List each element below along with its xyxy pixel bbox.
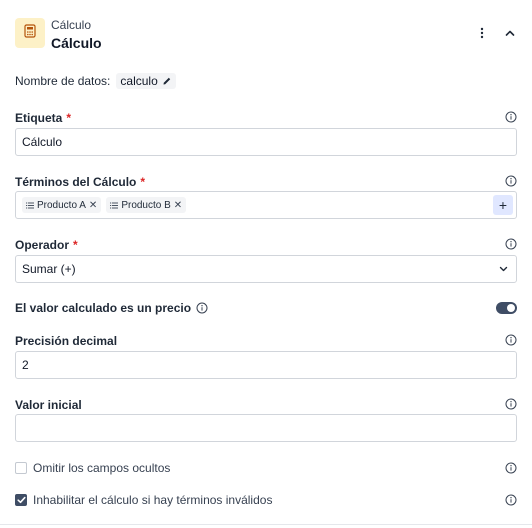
info-icon[interactable] xyxy=(505,398,517,410)
remove-chip-close-icon[interactable]: ✕ xyxy=(89,200,97,211)
remove-chip-close-icon[interactable]: ✕ xyxy=(174,200,182,211)
info-icon[interactable] xyxy=(505,334,517,346)
data-name-value: calculo xyxy=(120,74,158,88)
terminos-tag-input[interactable]: Producto A ✕ Producto B ✕ + xyxy=(15,191,517,219)
etiqueta-input-field[interactable] xyxy=(22,129,516,155)
info-icon[interactable] xyxy=(505,238,517,250)
list-icon xyxy=(26,202,34,209)
data-name-row: Nombre de datos: calculo xyxy=(15,72,176,90)
operador-select[interactable]: Sumar (+) xyxy=(15,255,517,283)
required-mark: * xyxy=(140,175,146,189)
omitir-checkbox-label: Omitir los campos ocultos xyxy=(33,461,171,475)
add-term-button[interactable]: + xyxy=(493,195,513,215)
list-icon xyxy=(110,202,119,209)
panel-header: Cálculo Cálculo xyxy=(15,15,517,51)
required-mark: * xyxy=(66,111,72,125)
inhabilitar-checkbox[interactable] xyxy=(15,494,27,506)
info-icon[interactable] xyxy=(505,111,517,123)
header-title: Cálculo xyxy=(51,35,102,51)
inhabilitar-checkbox-label: Inhabilitar el cálculo si hay términos i… xyxy=(33,493,273,507)
calculator-badge xyxy=(15,18,45,48)
inhabilitar-checkbox-row[interactable]: Inhabilitar el cálculo si hay términos i… xyxy=(15,492,272,508)
valor-inicial-input-field[interactable] xyxy=(22,415,516,441)
data-name-chip[interactable]: calculo xyxy=(116,73,176,89)
precio-toggle-label: El valor calculado es un precio xyxy=(15,301,192,315)
collapse-chevron-up-icon[interactable] xyxy=(503,25,517,41)
precision-label: Precisión decimal xyxy=(15,334,117,348)
term-chip-label: Producto B xyxy=(121,199,171,211)
precision-label-text: Precisión decimal xyxy=(15,334,118,348)
omitir-checkbox[interactable] xyxy=(15,462,27,474)
info-icon[interactable] xyxy=(505,494,517,506)
etiqueta-input[interactable] xyxy=(15,128,517,156)
term-chip[interactable]: Producto B ✕ xyxy=(106,197,187,213)
more-options-icon[interactable] xyxy=(475,25,489,41)
toggle-knob xyxy=(507,304,515,312)
chevron-down-icon[interactable] xyxy=(499,265,508,273)
valor-inicial-label: Valor inicial xyxy=(15,398,82,412)
precision-input-field[interactable] xyxy=(22,352,516,378)
valor-inicial-label-text: Valor inicial xyxy=(15,398,82,412)
operador-label: Operador * xyxy=(15,238,78,252)
pencil-icon[interactable] xyxy=(162,76,172,86)
section-divider xyxy=(0,524,532,525)
etiqueta-label-text: Etiqueta xyxy=(15,111,63,125)
info-icon[interactable] xyxy=(505,462,517,474)
precio-toggle-switch[interactable] xyxy=(496,302,517,314)
operador-selected-value: Sumar (+) xyxy=(22,262,76,276)
data-name-label: Nombre de datos: xyxy=(15,74,111,88)
terminos-label: Términos del Cálculo * xyxy=(15,175,145,189)
precision-input[interactable] xyxy=(15,351,517,379)
operador-label-text: Operador xyxy=(15,238,70,252)
term-chip[interactable]: Producto A ✕ xyxy=(22,197,102,213)
info-icon[interactable] xyxy=(505,175,517,187)
checkmark-icon xyxy=(16,496,26,504)
etiqueta-label: Etiqueta * xyxy=(15,111,71,125)
calculator-icon xyxy=(24,23,36,43)
valor-inicial-input[interactable] xyxy=(15,414,517,442)
omitir-checkbox-row[interactable]: Omitir los campos ocultos xyxy=(15,460,170,476)
info-icon[interactable] xyxy=(196,302,208,314)
terminos-label-text: Términos del Cálculo xyxy=(15,175,137,189)
header-subtitle: Cálculo xyxy=(51,18,92,32)
term-chip-label: Producto A xyxy=(37,199,86,211)
precio-toggle-row: El valor calculado es un precio xyxy=(15,300,208,316)
required-mark: * xyxy=(73,238,78,252)
